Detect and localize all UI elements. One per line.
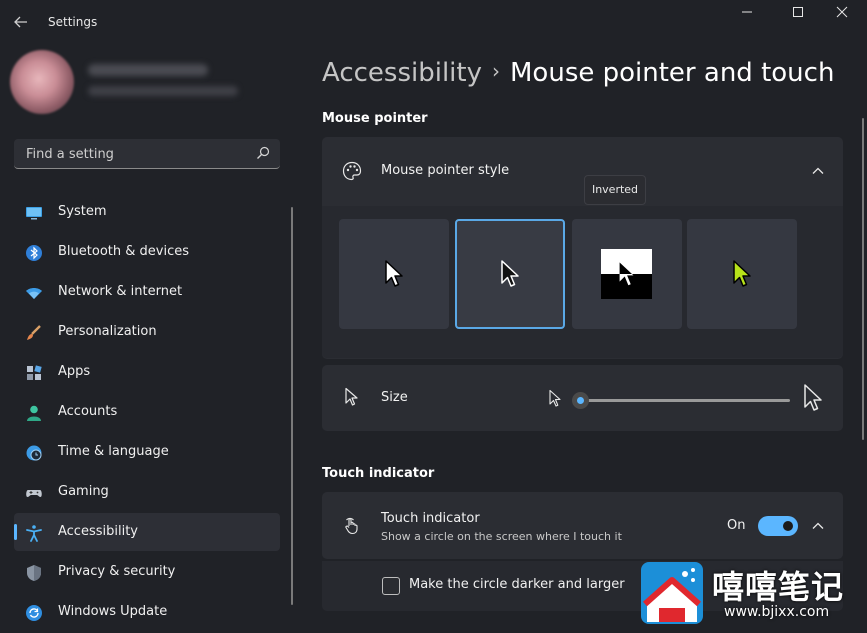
sidebar-item-time-language[interactable]: Time & language xyxy=(14,433,280,471)
size-label: Size xyxy=(381,390,408,405)
shield-icon xyxy=(27,565,41,581)
sidebar-item-bluetooth[interactable]: Bluetooth & devices xyxy=(14,233,280,271)
pointer-style-tooltip: Inverted xyxy=(584,175,646,205)
watermark-logo xyxy=(641,562,703,624)
accessibility-icon xyxy=(26,525,42,542)
touch-indicator-label: Touch indicator xyxy=(381,511,480,526)
darker-circle-checkbox[interactable] xyxy=(382,577,400,595)
toggle-state-text: On xyxy=(727,518,746,533)
user-profile[interactable] xyxy=(10,50,290,114)
watermark-url: www.bjixx.com xyxy=(724,604,830,620)
search-icon[interactable] xyxy=(256,146,270,160)
back-button[interactable] xyxy=(10,11,32,33)
sidebar-item-accessibility[interactable]: Accessibility xyxy=(14,513,280,551)
small-pointer-icon xyxy=(549,389,561,407)
profile-name-blurred xyxy=(88,64,208,76)
breadcrumb-separator: › xyxy=(492,59,500,83)
touch-indicator-card[interactable]: Touch indicator Show a circle on the scr… xyxy=(322,492,843,559)
globe-clock-icon xyxy=(26,445,42,461)
sidebar-item-network[interactable]: Network & internet xyxy=(14,273,280,311)
sidebar-item-label: System xyxy=(58,204,107,219)
sidebar-item-label: Personalization xyxy=(58,324,157,339)
sidebar-item-label: Time & language xyxy=(58,444,169,459)
sidebar-item-label: Apps xyxy=(58,364,91,379)
monitor-icon xyxy=(26,207,42,220)
section-title-mouse-pointer: Mouse pointer xyxy=(322,111,428,126)
pointer-style-custom[interactable] xyxy=(687,219,797,329)
update-icon xyxy=(26,605,42,621)
title-bar: Settings xyxy=(0,0,867,44)
sidebar-item-windows-update[interactable]: Windows Update xyxy=(14,593,280,631)
gamepad-icon xyxy=(26,490,42,497)
paintbrush-icon xyxy=(27,325,41,340)
section-title-touch-indicator: Touch indicator xyxy=(322,466,435,481)
mouse-pointer-style-card: Mouse pointer style xyxy=(322,137,843,359)
sidebar-item-apps[interactable]: Apps xyxy=(14,353,280,391)
sidebar-nav: System Bluetooth & devices Network & int… xyxy=(14,193,280,633)
maximize-icon xyxy=(793,7,803,17)
close-icon xyxy=(836,6,848,18)
close-button[interactable] xyxy=(819,4,865,26)
minimize-button[interactable] xyxy=(724,4,770,26)
black-cursor-icon xyxy=(501,260,519,287)
sidebar-item-label: Network & internet xyxy=(58,284,183,299)
sidebar-item-system[interactable]: System xyxy=(14,193,280,231)
sidebar-item-accounts[interactable]: Accounts xyxy=(14,393,280,431)
breadcrumb-parent[interactable]: Accessibility xyxy=(322,58,482,88)
pointer-style-inverted[interactable] xyxy=(572,219,682,329)
pointer-style-options xyxy=(322,206,843,358)
sidebar-item-gaming[interactable]: Gaming xyxy=(14,473,280,511)
search-box xyxy=(14,139,280,169)
mouse-pointer-style-header[interactable]: Mouse pointer style xyxy=(322,137,843,206)
pointer-size-card: Size xyxy=(322,365,843,431)
pointer-style-black[interactable] xyxy=(455,219,565,329)
apps-icon xyxy=(27,365,42,380)
breadcrumb: Accessibility › Mouse pointer and touch xyxy=(322,58,834,88)
pointer-style-white[interactable] xyxy=(339,219,449,329)
sidebar-scrollbar[interactable] xyxy=(291,207,293,605)
main-scrollbar[interactable] xyxy=(862,118,864,440)
sidebar-item-label: Bluetooth & devices xyxy=(58,244,189,259)
profile-email-blurred xyxy=(88,86,238,96)
avatar xyxy=(10,50,74,114)
sidebar-item-label: Gaming xyxy=(58,484,109,499)
maximize-button[interactable] xyxy=(775,4,821,26)
pointer-icon xyxy=(345,387,358,406)
bluetooth-icon xyxy=(26,245,42,261)
watermark-title: 嘻嘻笔记 xyxy=(712,568,845,606)
page-title: Mouse pointer and touch xyxy=(510,58,835,88)
chevron-up-icon[interactable] xyxy=(811,519,825,533)
sidebar-item-label: Accessibility xyxy=(58,524,138,539)
sidebar-item-personalization[interactable]: Personalization xyxy=(14,313,280,351)
search-input[interactable] xyxy=(24,144,248,164)
back-arrow-icon xyxy=(14,16,27,28)
watermark: 嘻嘻笔记 www.bjixx.com xyxy=(638,560,860,626)
touch-indicator-toggle[interactable] xyxy=(758,516,798,536)
white-cursor-icon xyxy=(385,260,403,287)
toggle-knob xyxy=(783,521,793,531)
sidebar-item-label: Windows Update xyxy=(58,604,168,619)
touch-hand-icon xyxy=(345,517,358,535)
minimize-icon xyxy=(742,11,752,13)
person-icon xyxy=(27,405,41,421)
palette-icon xyxy=(342,161,362,181)
mouse-pointer-style-label: Mouse pointer style xyxy=(381,163,510,178)
darker-circle-label: Make the circle darker and larger xyxy=(409,577,625,592)
sidebar-item-label: Privacy & security xyxy=(58,564,176,579)
size-slider-thumb[interactable] xyxy=(572,392,589,409)
inverted-cursor-icon xyxy=(618,259,637,287)
large-pointer-icon xyxy=(804,384,822,411)
touch-indicator-description: Show a circle on the screen where I touc… xyxy=(381,530,622,543)
sidebar-item-privacy[interactable]: Privacy & security xyxy=(14,553,280,591)
chevron-up-icon[interactable] xyxy=(811,164,825,178)
window-title: Settings xyxy=(48,15,98,29)
size-slider-track[interactable] xyxy=(578,399,790,402)
wifi-icon xyxy=(26,288,42,299)
sidebar-item-label: Accounts xyxy=(58,404,118,419)
custom-lime-cursor-icon xyxy=(733,260,751,287)
